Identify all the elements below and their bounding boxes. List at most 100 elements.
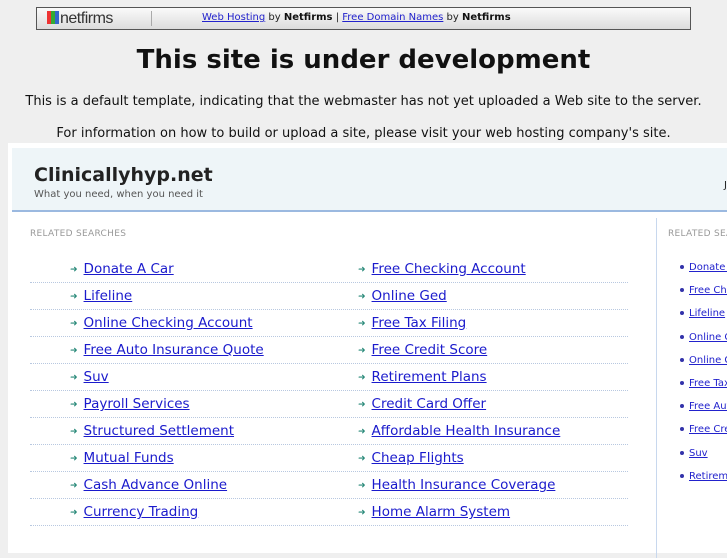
search-item: ➜ Suv [70, 369, 109, 385]
arrow-icon: ➜ [70, 454, 78, 464]
search-item: ➜ Donate A Car [70, 261, 174, 277]
search-link[interactable]: Lifeline [84, 288, 133, 304]
search-item: ➜ Retirement Plans [358, 369, 487, 385]
search-link[interactable]: Mutual Funds [84, 450, 174, 466]
arrow-icon: ➜ [358, 346, 366, 356]
parked-page-panel: Clinicallyhyp.net What you need, when yo… [8, 143, 727, 558]
search-item: ➜ Online Ged [358, 288, 447, 304]
search-link[interactable]: Donate A Car [84, 261, 174, 277]
sidebar-search-link[interactable]: Free Credit Score [689, 424, 727, 435]
search-link[interactable]: Structured Settlement [84, 423, 234, 439]
search-link[interactable]: Free Checking Account [372, 261, 526, 277]
sidebar-search-item: Donate A Car [680, 262, 727, 285]
search-link[interactable]: Free Auto Insurance Quote [84, 342, 264, 358]
search-link[interactable]: Free Credit Score [372, 342, 488, 358]
arrow-icon: ➜ [358, 265, 366, 275]
search-row: ➜ Mutual Funds ➜ Cheap Flights [30, 445, 628, 472]
search-row: ➜ Donate A Car ➜ Free Checking Account [30, 256, 628, 283]
search-row: ➜ Payroll Services ➜ Credit Card Offer [30, 391, 628, 418]
sidebar-search-item: Free Auto Insurance Quote [680, 401, 727, 424]
search-item: ➜ Currency Trading [70, 504, 198, 520]
bullet-icon [680, 357, 684, 362]
search-item: ➜ Credit Card Offer [358, 396, 486, 412]
related-searches-sidebar: Donate A Car Free Checking Account Lifelin… [680, 262, 727, 494]
search-item: ➜ Payroll Services [70, 396, 190, 412]
bullet-icon [680, 311, 684, 316]
sidebar-search-link[interactable]: Online Checking Account [689, 332, 727, 343]
sidebar-search-link[interactable]: Free Tax Filing [689, 378, 727, 389]
arrow-icon: ➜ [358, 292, 366, 302]
search-item: ➜ Online Checking Account [70, 315, 253, 331]
search-item: ➜ Structured Settlement [70, 423, 234, 439]
arrow-icon: ➜ [70, 427, 78, 437]
brand-text: Netfirms [462, 12, 511, 23]
search-row: ➜ Suv ➜ Retirement Plans [30, 364, 628, 391]
sidebar-search-item: Free Tax Filing [680, 378, 727, 401]
search-item: ➜ Free Credit Score [358, 342, 487, 358]
free-domain-names-link[interactable]: Free Domain Names [342, 12, 443, 23]
bullet-icon [680, 473, 684, 478]
sidebar-search-item: Lifeline [680, 308, 727, 331]
sidebar-search-link[interactable]: Lifeline [689, 308, 725, 319]
search-row: ➜ Currency Trading ➜ Home Alarm System [30, 499, 628, 526]
search-link[interactable]: Home Alarm System [372, 504, 511, 520]
sidebar-search-link[interactable]: Donate A Car [689, 262, 727, 273]
search-link[interactable]: Credit Card Offer [372, 396, 487, 412]
bullet-icon [680, 427, 684, 432]
search-link[interactable]: Suv [84, 369, 109, 385]
search-link[interactable]: Online Checking Account [84, 315, 253, 331]
page-heading: This site is under development [136, 45, 591, 75]
search-link[interactable]: Payroll Services [84, 396, 190, 412]
search-row: ➜ Online Checking Account ➜ Free Tax Filing [30, 310, 628, 337]
sidebar-search-item: Free Checking Account [680, 285, 727, 308]
sidebar-search-link[interactable]: Online Ged [689, 355, 727, 366]
site-title[interactable]: Clinicallyhyp.net [34, 164, 213, 186]
search-link[interactable]: Cash Advance Online [84, 477, 228, 493]
search-link[interactable]: Affordable Health Insurance [372, 423, 561, 439]
arrow-icon: ➜ [358, 427, 366, 437]
related-searches-grid: ➜ Donate A Car ➜ Free Checking Account ➜ Life… [30, 256, 628, 526]
site-header: Clinicallyhyp.net What you need, when yo… [12, 148, 727, 212]
arrow-icon: ➜ [70, 481, 78, 491]
arrow-icon: ➜ [358, 508, 366, 518]
search-item: ➜ Home Alarm System [358, 504, 510, 520]
search-link[interactable]: Free Tax Filing [372, 315, 467, 331]
column-divider [656, 218, 657, 558]
related-searches-label-right: RELATED SEARCHES [668, 229, 727, 239]
search-link[interactable]: Cheap Flights [372, 450, 464, 466]
search-item: ➜ Free Tax Filing [358, 315, 466, 331]
sidebar-search-link[interactable]: Retirement Plans [689, 471, 727, 482]
bullet-icon [680, 450, 684, 455]
banner-links: Web Hosting by Netfirms | Free Domain Na… [202, 12, 511, 23]
divider [151, 11, 152, 26]
search-row: ➜ Structured Settlement ➜ Affordable Health… [30, 418, 628, 445]
search-item: ➜ Mutual Funds [70, 450, 174, 466]
site-tagline: What you need, when you need it [34, 189, 203, 200]
sidebar-search-item: Retirement Plans [680, 471, 727, 494]
sidebar-search-link[interactable]: Free Auto Insurance Quote [689, 401, 727, 412]
search-link[interactable]: Currency Trading [84, 504, 199, 520]
sidebar-search-link[interactable]: Free Checking Account [689, 285, 727, 296]
sidebar-search-item: Online Ged [680, 355, 727, 378]
arrow-icon: ➜ [358, 319, 366, 329]
arrow-icon: ➜ [358, 481, 366, 491]
search-item: ➜ Cheap Flights [358, 450, 464, 466]
sidebar-search-item: Free Credit Score [680, 424, 727, 447]
arrow-icon: ➜ [70, 292, 78, 302]
search-link[interactable]: Health Insurance Coverage [372, 477, 556, 493]
bullet-icon [680, 265, 684, 269]
web-hosting-link[interactable]: Web Hosting [202, 12, 265, 23]
sidebar-search-item: Online Checking Account [680, 332, 727, 355]
arrow-icon: ➜ [70, 400, 78, 410]
info-text: For information on how to build or uploa… [56, 126, 671, 141]
sidebar-search-item: Suv [680, 448, 727, 471]
search-item: ➜ Lifeline [70, 288, 132, 304]
netfirms-logo[interactable]: netfirms [47, 10, 113, 28]
intro-text: This is a default template, indicating t… [25, 94, 702, 109]
search-link[interactable]: Online Ged [372, 288, 447, 304]
search-link[interactable]: Retirement Plans [372, 369, 487, 385]
search-item: ➜ Free Checking Account [358, 261, 526, 277]
arrow-icon: ➜ [358, 454, 366, 464]
bullet-icon [680, 334, 684, 339]
sidebar-search-link[interactable]: Suv [689, 448, 708, 459]
